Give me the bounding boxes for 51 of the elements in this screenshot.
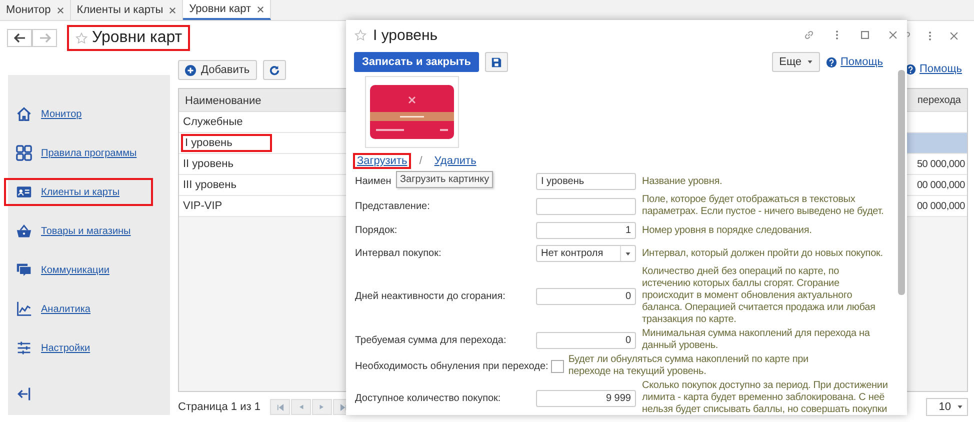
field-label: Интервал покупок: [354,248,442,259]
table-cell: 00 000,000 [916,200,965,212]
tab[interactable]: Уровни карт [183,0,272,20]
table-cell: 00 000,000 [916,180,965,190]
hint-text: Минимальная сумма накоплений для перехода на данный уровень. [641,328,871,352]
select-field[interactable]: Нет контроля [536,245,636,262]
delete-link[interactable]: Удалить [430,153,480,169]
hint-text: Количество дней без операций по карте, по истечению которых баллы сгорят. Сгорание происходит в момент обновления актуального баланса. Операцией считается продажа или любая транзакция по карте. [641,266,876,326]
input-field[interactable]: 9 999 [536,390,636,406]
sidebar-link[interactable]: Монитор [41,108,82,120]
sidebar-link[interactable]: Аналитика [41,304,90,314]
save-and-close-button[interactable]: Записать и закрыть [354,52,480,72]
table-cell: I уровень [181,134,272,152]
page-size-select[interactable]: 10 [926,398,968,416]
input-field[interactable]: 1 [536,222,636,239]
hint-text: Будет ли обнуляться сумма накоплений по карте при переходе на текущий уровень. [567,354,810,378]
hint-text: Поле, которое будет отображаться в текстовых параметрах. Если пустое - ничего выведено не будет. [641,194,885,218]
dialog-title: I уровень [373,26,438,44]
sidebar-link[interactable]: Настройки [41,342,90,354]
help-link[interactable]: Помощь [920,63,962,75]
tab[interactable]: Монитор [0,0,71,20]
hint-text: Название уровня. [641,176,724,188]
tooltip: Загрузить картинку [396,171,494,188]
table-cell: III уровень [183,179,236,191]
field-label: Дней неактивности до сгорания: [354,290,506,302]
separator-text: / [419,155,422,167]
field-label: Необходимость обнуления при переходе: [354,360,548,372]
sidebar-link[interactable]: Правила программы [41,148,137,158]
hint-text: Сколько покупок доступно за период. При достижении лимита - карта будет временно заблокирована. С неё нельзя будет списывать баллы, но совершать покупки [641,380,889,415]
upload-link[interactable]: Загрузить [353,153,412,169]
more-dropdown[interactable]: Еще [772,52,820,72]
field-label: Наимен [354,176,392,187]
sidebar-link[interactable]: Коммуникации [41,264,110,276]
page-title: Уровни карт [92,29,182,47]
help-link[interactable]: Помощь [840,56,883,68]
input-field[interactable]: 0 [536,332,636,348]
add-button[interactable]: Добавить [178,60,257,80]
page-counter: Страница 1 из 1 [178,401,260,413]
table-cell: VIP-VIP [183,200,222,212]
input-field[interactable]: I уровень [536,173,636,190]
field-label: Представление: [354,200,430,212]
field-label: Требуемая сумма для перехода: [354,334,506,346]
table-cell: Служебные [183,116,243,128]
table-cell: II уровень [183,158,234,170]
hint-text: Интервал, который должен пройти до новых покупок. [641,248,884,260]
sidebar-link[interactable]: Товары и магазины [41,226,131,236]
field-label: Доступное количество покупок: [354,392,501,404]
input-field[interactable]: 0 [536,288,636,304]
hint-text: Номер уровня в порядке следования. [641,224,813,236]
table-cell: 50 000,000 [916,158,965,170]
field-label: Порядок: [354,225,398,236]
